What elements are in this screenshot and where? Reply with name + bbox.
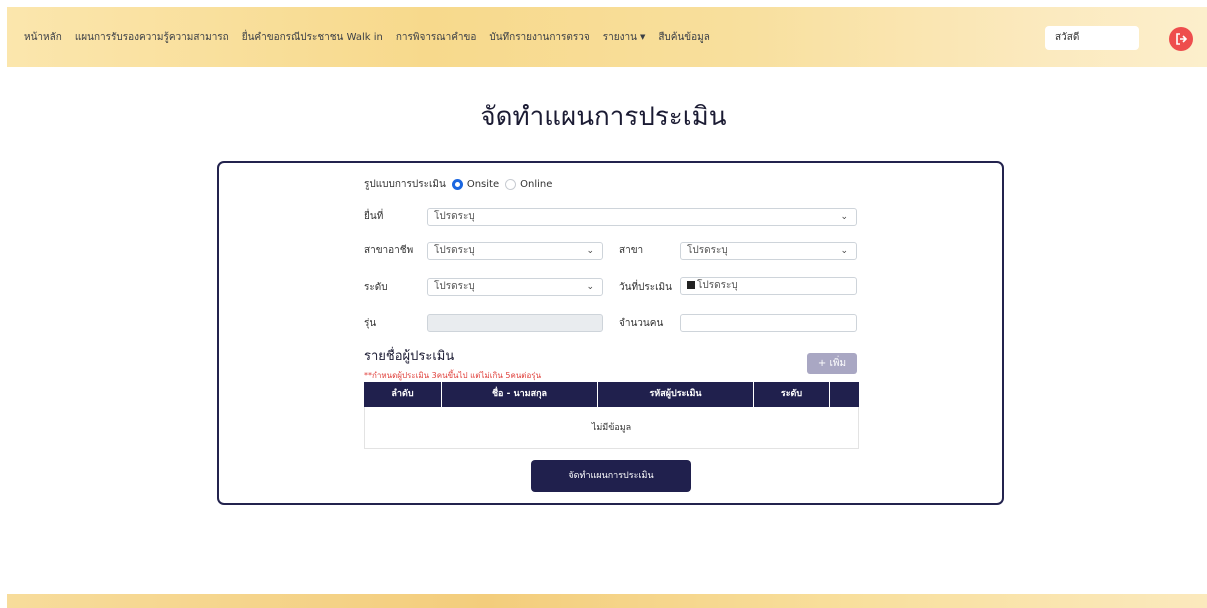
assessment-mode-label: รูปแบบการประเมิน (364, 179, 446, 190)
footer-bar (7, 594, 1207, 608)
level-select-value: โปรดระบุ (434, 281, 475, 292)
career-select-value: โปรดระบุ (434, 245, 475, 256)
assessors-title: รายชื่อผู้ประเมิน (364, 349, 455, 364)
radio-unselected-icon (505, 179, 517, 190)
chevron-down-icon: ⌄ (840, 246, 848, 256)
level-label: ระดับ (364, 282, 388, 293)
date-placeholder: โปรดระบุ (697, 280, 738, 291)
caret-down-icon: ▼ (639, 33, 646, 41)
col-actions (830, 382, 859, 407)
col-level: ระดับ (754, 382, 830, 407)
radio-selected-icon (451, 179, 463, 190)
radio-onsite-label: Onsite (466, 179, 500, 190)
nav-menu: หน้าหลัก แผนการรับรองความรู้ความสามารถ ย… (7, 7, 723, 67)
level-select[interactable]: โปรดระบุ ⌄ (427, 278, 603, 296)
nav-item-reports[interactable]: รายงาน ▼ (603, 30, 646, 45)
chevron-down-icon: ⌄ (840, 212, 848, 222)
nav-item-reports-label: รายงาน (602, 31, 637, 43)
site-select-value: โปรดระบุ (434, 211, 475, 222)
count-input[interactable] (680, 314, 857, 332)
top-navbar: หน้าหลัก แผนการรับรองความรู้ความสามารถ ย… (7, 7, 1207, 67)
branch-select[interactable]: โปรดระบุ ⌄ (680, 242, 857, 260)
logout-icon (1176, 33, 1188, 45)
greeting-box[interactable]: สวัสดี (1045, 26, 1139, 50)
chevron-down-icon: ⌄ (586, 246, 594, 256)
add-assessor-button[interactable]: + เพิ่ม (807, 353, 857, 374)
col-assessor-code: รหัสผู้ประเมิน (598, 382, 754, 407)
chevron-down-icon: ⌄ (586, 282, 594, 292)
nav-item-certification-plan[interactable]: แผนการรับรองความรู้ความสามารถ (75, 30, 229, 45)
page-title: จัดทำแผนการประเมิน (480, 102, 727, 132)
assessors-note: **กำหนดผู้ประเมิน 3คนขึ้นไป แต่ไม่เกิน 5… (364, 371, 542, 380)
radio-online[interactable]: Online (505, 179, 552, 190)
nav-item-home[interactable]: หน้าหลัก (24, 30, 62, 45)
career-select[interactable]: โปรดระบุ ⌄ (427, 242, 603, 260)
site-select[interactable]: โปรดระบุ ⌄ (427, 208, 857, 226)
nav-item-inspection-record[interactable]: บันทึกรายงานการตรวจ (489, 30, 589, 45)
date-label: วันที่ประเมิน (619, 282, 672, 293)
branch-select-value: โปรดระบุ (687, 245, 728, 256)
batch-label: รุ่น (364, 318, 377, 329)
create-plan-button[interactable]: จัดทำแผนการประเมิน (531, 460, 691, 492)
career-label: สาขาอาชีพ (364, 245, 414, 256)
table-header: ลำดับ ชื่อ - นามสกุล รหัสผู้ประเมิน ระดั… (364, 382, 859, 407)
assessment-mode-group: รูปแบบการประเมิน Onsite Online (364, 177, 558, 192)
nav-item-walk-in[interactable]: ยื่นคำขอกรณีประชาชน Walk in (242, 30, 383, 45)
count-label: จำนวนคน (619, 318, 664, 329)
date-input[interactable]: โปรดระบุ (680, 277, 857, 295)
radio-onsite[interactable]: Onsite (451, 179, 500, 190)
assessment-plan-form: รูปแบบการประเมิน Onsite Online ยื่นที่ โ… (217, 161, 1004, 505)
calendar-icon (687, 281, 695, 289)
assessors-table: ลำดับ ชื่อ - นามสกุล รหัสผู้ประเมิน ระดั… (364, 382, 859, 449)
batch-input (427, 314, 603, 332)
nav-item-search[interactable]: สืบค้นข้อมูล (658, 30, 710, 45)
table-empty-row: ไม่มีข้อมูล (364, 407, 859, 449)
site-label: ยื่นที่ (364, 211, 384, 222)
logout-button[interactable] (1169, 27, 1193, 51)
col-order: ลำดับ (364, 382, 442, 407)
nav-item-request-review[interactable]: การพิจารณาคำขอ (396, 30, 477, 45)
branch-label: สาขา (619, 245, 644, 256)
radio-online-label: Online (520, 179, 553, 190)
col-name: ชื่อ - นามสกุล (442, 382, 598, 407)
